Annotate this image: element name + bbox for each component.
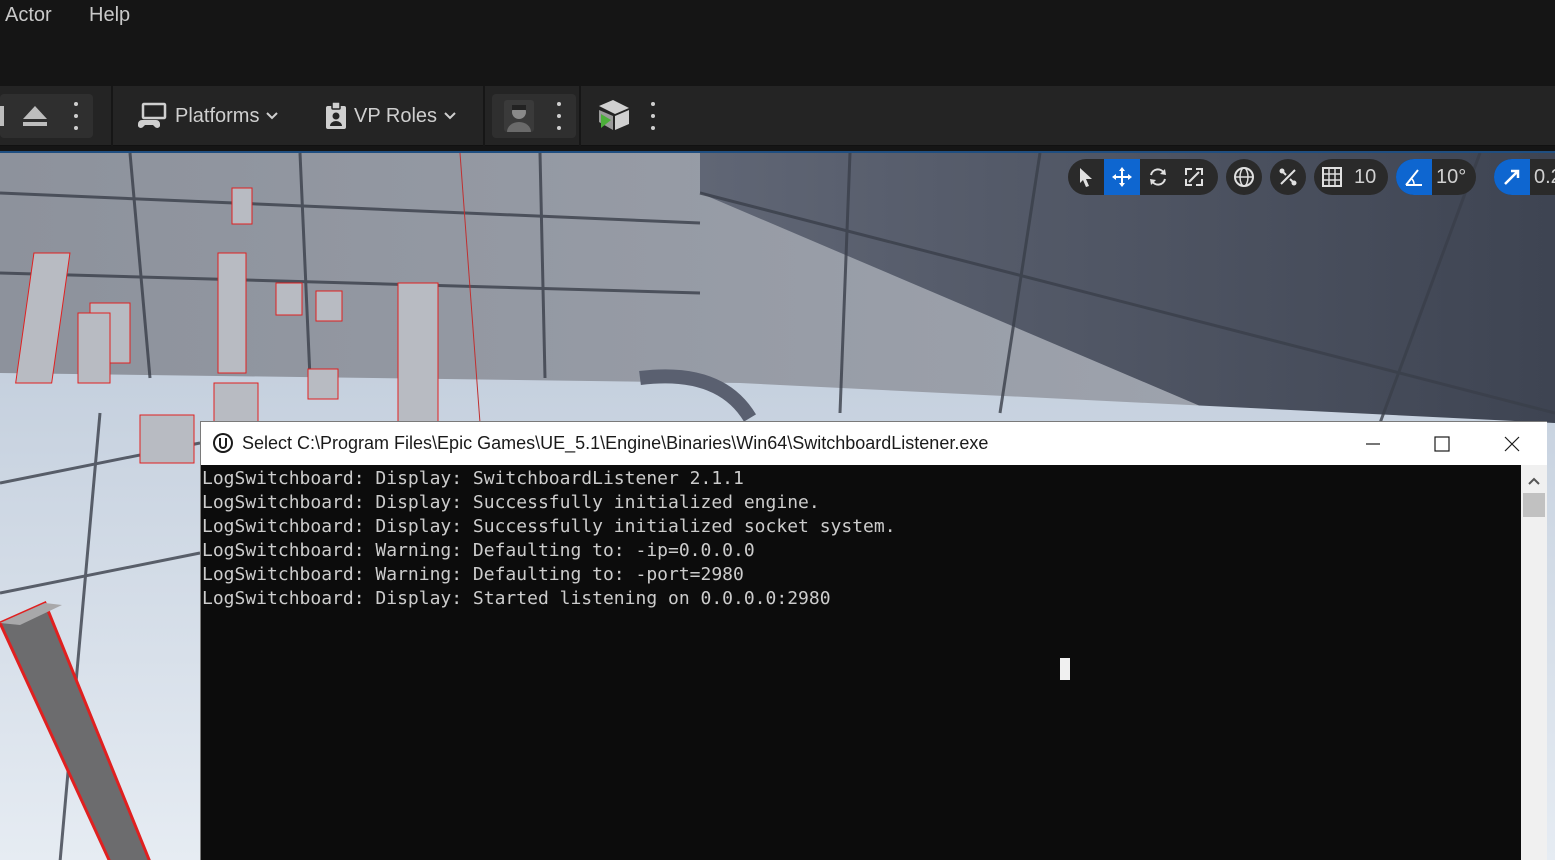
grid-snap-group: 10 [1314, 159, 1388, 195]
avatar-icon[interactable] [504, 100, 534, 132]
scroll-thumb[interactable] [1523, 493, 1545, 517]
grid-snap-button[interactable] [1314, 159, 1350, 195]
world-space-button[interactable] [1226, 159, 1262, 195]
stop-icon[interactable] [0, 106, 4, 126]
angle-icon [1405, 169, 1422, 186]
move-arrows-icon [1112, 167, 1132, 187]
console-output[interactable]: LogSwitchboard: Display: SwitchboardList… [201, 465, 1521, 860]
cursor-arrow-icon [1080, 168, 1092, 187]
id-badge-icon [326, 101, 346, 129]
scale-icon [1185, 168, 1203, 186]
transform-tools [1068, 159, 1218, 195]
globe-icon [1234, 167, 1254, 187]
console-window[interactable]: Select C:\Program Files\Epic Games\UE_5.… [200, 421, 1547, 860]
rotation-snap-button[interactable] [1396, 159, 1432, 195]
rotation-snap-group: 10° [1396, 159, 1476, 195]
rotate-mode-button[interactable] [1140, 159, 1176, 195]
menu-help[interactable]: Help [89, 4, 130, 27]
scale-mode-button[interactable] [1176, 159, 1212, 195]
console-line: LogSwitchboard: Display: SwitchboardList… [202, 468, 744, 489]
scale-snap-button[interactable] [1494, 159, 1530, 195]
cinematics-kebab[interactable] [650, 102, 656, 130]
console-line: LogSwitchboard: Display: Started listeni… [202, 588, 831, 609]
platforms-label: Platforms [175, 104, 260, 127]
maximize-icon [1434, 435, 1450, 452]
text-cursor [1060, 658, 1070, 680]
coordinate-space-toggle[interactable] [1226, 159, 1262, 195]
maximize-button[interactable] [1407, 422, 1477, 465]
source-control-group [492, 94, 576, 138]
platforms-gamepad-icon [138, 102, 167, 128]
console-line: LogSwitchboard: Warning: Defaulting to: … [202, 540, 755, 561]
scroll-up-button[interactable] [1521, 469, 1547, 493]
surface-snap-icon [1279, 168, 1297, 186]
select-mode-button[interactable] [1068, 159, 1104, 195]
console-line: LogSwitchboard: Display: Successfully in… [202, 492, 820, 513]
platforms-button[interactable]: Platforms [137, 86, 279, 146]
close-button[interactable] [1477, 422, 1547, 465]
translate-mode-button[interactable] [1104, 159, 1140, 195]
minimize-icon [1366, 442, 1380, 445]
chevron-down-icon [266, 112, 279, 120]
console-line: LogSwitchboard: Warning: Defaulting to: … [202, 564, 744, 585]
rotation-snap-value[interactable]: 10° [1432, 166, 1474, 189]
main-toolbar: Platforms VP Roles [0, 86, 1555, 146]
toolbar-separator [483, 86, 485, 146]
toolbar-separator [579, 86, 581, 146]
toolbar-separator [111, 86, 113, 146]
menu-bar: Actor Help [0, 0, 1555, 86]
chevron-up-icon [1528, 477, 1540, 485]
unreal-logo-icon [213, 433, 233, 453]
chevron-down-icon [444, 112, 456, 120]
vp-roles-label: VP Roles [354, 104, 438, 127]
scale-snap-value[interactable]: 0.2 [1530, 166, 1555, 189]
console-scrollbar[interactable] [1521, 465, 1547, 860]
eject-icon[interactable] [20, 104, 50, 128]
grid-icon [1322, 167, 1342, 187]
minimize-button[interactable] [1338, 422, 1408, 465]
console-title: Select C:\Program Files\Epic Games\UE_5.… [242, 433, 989, 453]
surface-snapping-toggle[interactable] [1270, 159, 1306, 195]
play-options-kebab[interactable] [73, 102, 79, 130]
console-line: LogSwitchboard: Display: Successfully in… [202, 516, 896, 537]
scale-snap-group: 0.2 [1494, 159, 1555, 195]
vp-roles-button[interactable]: VP Roles [324, 86, 457, 146]
scale-arrow-icon [1504, 169, 1520, 185]
source-control-kebab[interactable] [556, 102, 562, 130]
grid-snap-value[interactable]: 10 [1350, 166, 1384, 189]
cinematics-clapper-icon[interactable] [597, 100, 631, 132]
console-titlebar[interactable]: Select C:\Program Files\Epic Games\UE_5.… [201, 422, 1547, 465]
rotate-icon [1150, 168, 1166, 186]
menu-actor[interactable]: Actor [5, 4, 52, 27]
surface-snapping-button[interactable] [1270, 159, 1306, 195]
close-icon [1504, 436, 1520, 451]
play-controls-group [0, 94, 93, 138]
